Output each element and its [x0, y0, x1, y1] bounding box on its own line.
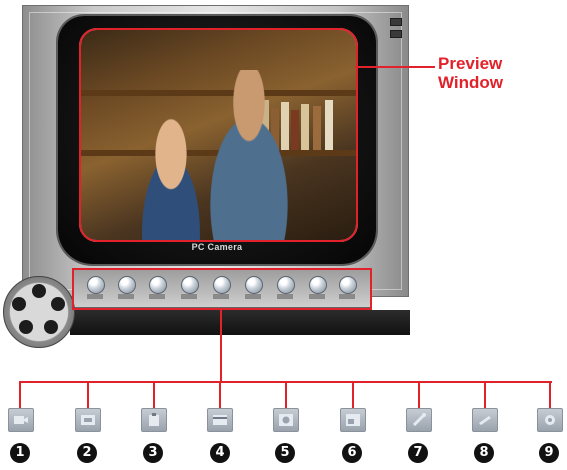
tree-branch — [285, 381, 287, 409]
camera-icon[interactable] — [8, 408, 34, 432]
control-label — [213, 294, 229, 299]
control-label — [181, 294, 197, 299]
tree-trunk-line — [220, 308, 222, 382]
marker-2: 2 — [77, 443, 97, 463]
marker-4: 4 — [210, 443, 230, 463]
preview-callout-line — [355, 66, 435, 68]
window-controls — [388, 18, 402, 42]
function-icons-row — [0, 408, 567, 433]
control-label — [339, 294, 355, 299]
control-button-bar — [72, 268, 372, 308]
control-label — [149, 294, 165, 299]
reel-hole — [19, 320, 33, 334]
reel-hole — [12, 297, 26, 311]
control-button-window[interactable] — [245, 276, 263, 294]
control-button-capture[interactable] — [118, 276, 136, 294]
marker-5: 5 — [275, 443, 295, 463]
book — [313, 106, 321, 150]
capture-icon[interactable] — [75, 408, 101, 432]
preview-window — [79, 28, 358, 242]
gear-icon[interactable] — [537, 408, 563, 432]
minimize-button[interactable] — [390, 18, 402, 26]
control-label — [277, 294, 293, 299]
film-reel-icon — [3, 276, 75, 348]
control-label — [118, 294, 134, 299]
preview-label-line1: Preview — [438, 54, 503, 73]
control-button-film[interactable] — [181, 276, 199, 294]
window-icon[interactable] — [340, 408, 366, 432]
marker-1: 1 — [10, 443, 30, 463]
tree-branch — [549, 381, 551, 409]
control-button-wrench[interactable] — [277, 276, 295, 294]
control-label — [245, 294, 261, 299]
control-button-clipboard[interactable] — [149, 276, 167, 294]
reel-hole — [44, 320, 58, 334]
control-button-camera[interactable] — [87, 276, 105, 294]
control-label — [87, 294, 103, 299]
wrench-icon[interactable] — [406, 408, 432, 432]
marker-3: 3 — [143, 443, 163, 463]
pen-icon[interactable] — [472, 408, 498, 432]
tree-branch — [484, 381, 486, 409]
reel-hole — [32, 284, 46, 298]
marker-7: 7 — [408, 443, 428, 463]
control-button-gear[interactable] — [339, 276, 357, 294]
marker-6: 6 — [342, 443, 362, 463]
preview-person-child — [126, 115, 216, 240]
tree-branch — [19, 381, 21, 409]
tree-branch — [87, 381, 89, 409]
control-button-record[interactable] — [213, 276, 231, 294]
preview-window-label: Preview Window — [438, 54, 558, 92]
book — [325, 100, 333, 150]
marker-8: 8 — [474, 443, 494, 463]
control-button-pen[interactable] — [309, 276, 327, 294]
brand-label: PC Camera — [191, 242, 243, 252]
tree-branch — [418, 381, 420, 409]
close-button[interactable] — [390, 30, 402, 38]
record-icon[interactable] — [273, 408, 299, 432]
marker-9: 9 — [539, 443, 559, 463]
film-icon[interactable] — [207, 408, 233, 432]
bottom-panel — [70, 310, 410, 335]
tree-branch — [153, 381, 155, 409]
preview-label-line2: Window — [438, 73, 503, 92]
reel-hole — [51, 297, 65, 311]
tree-branch — [219, 381, 221, 409]
control-label — [309, 294, 325, 299]
clipboard-icon[interactable] — [141, 408, 167, 432]
tree-branch — [352, 381, 354, 409]
